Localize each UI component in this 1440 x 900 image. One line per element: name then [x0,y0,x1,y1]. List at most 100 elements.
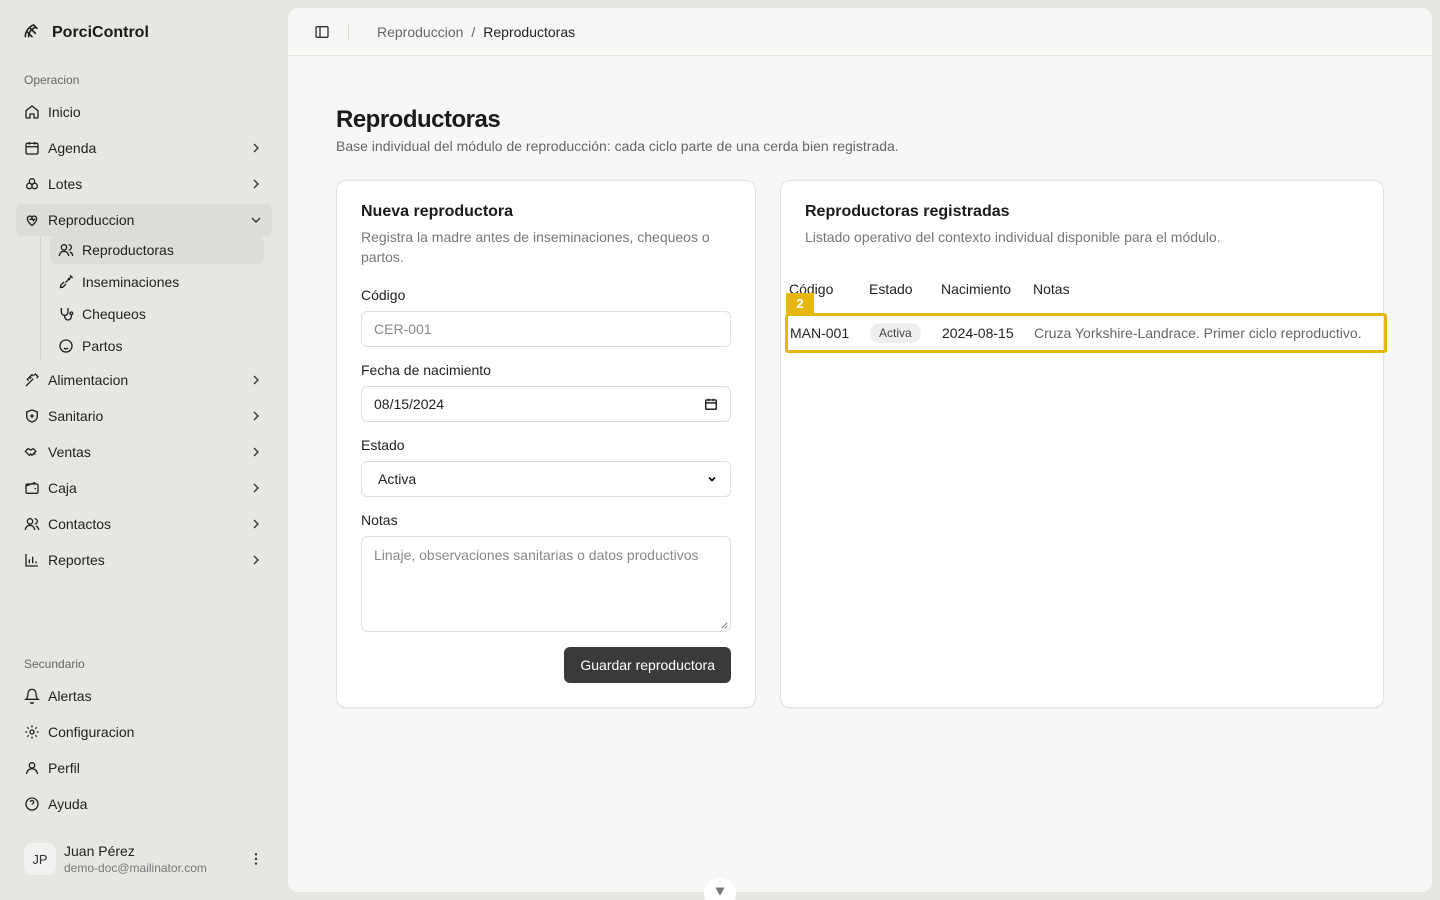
stethoscope-icon [58,306,74,322]
chevron-right-icon [253,447,259,457]
baby-icon [58,338,74,354]
sidebar-subitem-inseminaciones[interactable]: Inseminaciones [50,268,264,296]
handshake-icon [24,444,40,460]
sidebar-item-alertas[interactable]: Alertas [16,680,272,712]
notes-textarea[interactable]: Linaje, observaciones sanitarias o datos… [361,536,731,632]
status-selected-value: Activa [378,471,417,487]
sidebar-subitem-label: Partos [82,338,123,354]
sidebar-item-label: Inicio [48,104,81,120]
calendar-icon [24,140,40,156]
column-header-notes: Notas [1033,281,1070,297]
sidebar-subitem-chequeos[interactable]: Chequeos [50,300,264,328]
home-icon [24,104,40,120]
new-sow-form-card: Nueva reproductora Registra la madre ant… [336,180,756,708]
sidebar-subitem-label: Reproductoras [82,242,174,258]
sidebar-item-label: Lotes [48,176,83,192]
breadcrumb: Reproduccion / Reproductoras [377,24,575,40]
primary-nav: Inicio Agenda Lotes Reproduccion Reprodu… [16,96,272,580]
status-select[interactable]: Activa [361,461,731,497]
sidebar-toggle-icon[interactable] [314,24,330,40]
section-label-operacion: Operacion [24,73,80,87]
pig-logo-icon [22,20,42,45]
gear-icon [24,724,40,740]
chevron-right-icon [253,179,259,189]
cell-notes: Cruza Yorkshire-Landrace. Primer ciclo r… [1034,325,1362,341]
sidebar-item-ayuda[interactable]: Ayuda [16,788,272,820]
form-description: Registra la madre antes de inseminacione… [361,229,710,265]
cell-code: MAN-001 [790,325,850,341]
bell-icon [24,688,40,704]
reproduccion-submenu: Reproductoras Inseminaciones Chequeos Pa… [40,236,264,360]
sidebar-item-label: Ayuda [48,796,88,812]
sidebar-item-reportes[interactable]: Reportes [16,544,272,576]
save-sow-button[interactable]: Guardar reproductora [564,647,731,683]
sidebar-item-perfil[interactable]: Perfil [16,752,272,784]
page-title: Reproductoras [336,106,501,133]
sows-table: Código Estado Nacimiento Notas MAN-001 A… [785,281,1387,353]
breadcrumb-current: Reproductoras [483,23,576,40]
sidebar-item-caja[interactable]: Caja [16,472,272,504]
main-panel: Reproduccion / Reproductoras Reproductoras… [288,8,1432,892]
element-marker: 2 [786,293,814,313]
secondary-nav: Alertas Configuracion Perfil Ayuda [16,680,272,824]
chevron-down-icon [715,887,725,896]
sidebar-item-label: Reportes [48,552,105,568]
shield-icon [24,408,40,424]
sidebar-item-label: Contactos [48,516,112,532]
avatar: JP [24,843,56,875]
calendar-icon[interactable] [704,397,718,411]
wheat-icon [24,372,40,388]
user-name: Juan Pérez [64,843,135,859]
sidebar-subitem-label: Chequeos [82,306,146,322]
birth-date-input[interactable]: 08/15/2024 [361,386,731,422]
sidebar-item-label: Reproduccion [48,212,135,228]
sidebar-item-reproduccion[interactable]: Reproduccion [16,204,272,236]
chevron-right-icon [253,411,259,421]
syringe-icon [58,274,74,290]
sidebar-subitem-partos[interactable]: Partos [50,332,264,360]
heart-icon [24,212,40,228]
user-icon [24,760,40,776]
breadcrumb-parent[interactable]: Reproduccion [377,24,463,40]
sidebar-item-agenda[interactable]: Agenda [16,132,272,164]
table-header: Código Estado Nacimiento Notas [789,281,1385,303]
chevron-right-icon [253,483,259,493]
sidebar-item-lotes[interactable]: Lotes [16,168,272,200]
notes-placeholder: Linaje, observaciones sanitarias o datos… [374,547,699,563]
section-label-secundario: Secundario [24,657,85,671]
more-vertical-icon[interactable] [248,851,264,867]
sidebar-item-sanitario[interactable]: Sanitario [16,400,272,432]
chevron-down-icon [708,476,716,482]
sidebar-item-contactos[interactable]: Contactos [16,508,272,540]
chevron-right-icon [253,555,259,565]
sidebar-item-label: Ventas [48,444,91,460]
table-row[interactable]: MAN-001 Activa 2024-08-15 Cruza Yorkshir… [785,313,1387,353]
sidebar-item-label: Alimentacion [48,372,129,388]
topbar: Reproduccion / Reproductoras [288,8,1432,56]
boxes-icon [24,176,40,192]
status-label: Estado [361,437,405,453]
cell-status: Activa [870,323,942,343]
chevron-right-icon [253,375,259,385]
sidebar-item-configuracion[interactable]: Configuracion [16,716,272,748]
sidebar-subitem-reproductoras[interactable]: Reproductoras [50,236,264,264]
code-input[interactable]: CER-001 [361,311,731,347]
column-header-birth: Nacimiento [941,281,1012,297]
form-title: Nueva reproductora [361,203,514,220]
code-label: Código [361,287,406,303]
divider [348,23,349,40]
sidebar-item-label: Perfil [48,760,80,776]
sidebar-item-ventas[interactable]: Ventas [16,436,272,468]
list-description: Listado operativo del contexto individua… [805,229,1221,245]
resize-handle-icon[interactable] [720,621,728,629]
user-account[interactable]: JP Juan Pérez demo-doc@mailinator.com [24,843,272,875]
wallet-icon [24,480,40,496]
sidebar-subitem-label: Inseminaciones [82,274,180,290]
sidebar-item-label: Sanitario [48,408,104,424]
brand[interactable]: PorciControl [22,20,149,45]
user-email: demo-doc@mailinator.com [64,861,207,875]
sidebar-item-label: Alertas [48,688,92,704]
contacts-icon [24,516,40,532]
sidebar-item-inicio[interactable]: Inicio [16,96,272,128]
sidebar-item-alimentacion[interactable]: Alimentacion [16,364,272,396]
